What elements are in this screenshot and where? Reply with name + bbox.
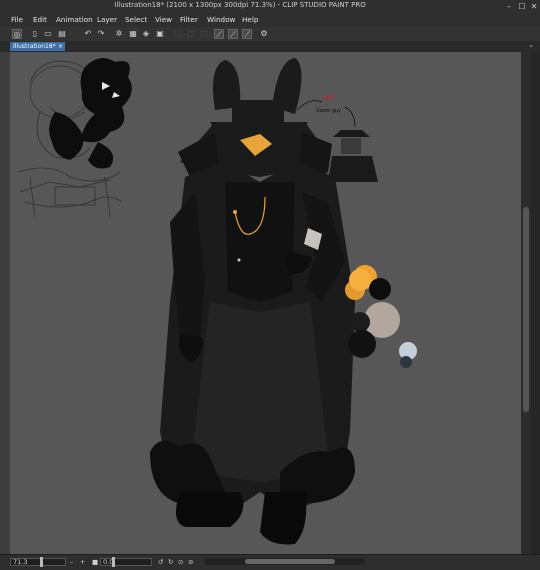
reference-character	[328, 130, 378, 182]
menu-bar: File Edit Animation Layer Select View Fi…	[0, 14, 540, 27]
horizontal-scroll-thumb[interactable]	[245, 559, 335, 564]
window-title: Illustration18* (2100 x 1300px 300dpi 71…	[114, 1, 366, 9]
pen-stabilizer-icon[interactable]: ⟋	[228, 29, 238, 39]
tab-close-icon[interactable]: ×	[58, 42, 63, 51]
zoom-value: 71.3	[13, 558, 28, 566]
annotation-label: #07	[323, 95, 335, 102]
command-bar: ◎ ▯ ▭ ▤ ↶ ↷ ✲ ▦ ◈ ▣ ⬚ ⬚ ⬚ ⟋ ⟋ ⟋ ⚙	[0, 27, 540, 42]
menu-view[interactable]: View	[155, 15, 172, 24]
rotate-slider-thumb[interactable]	[112, 557, 115, 567]
menu-layer[interactable]: Layer	[97, 15, 117, 24]
maximize-button[interactable]: ☐	[516, 1, 528, 12]
close-button[interactable]: ✕	[528, 1, 540, 12]
disabled-tool-icon: ⬚	[174, 29, 182, 38]
disabled-tool-icon: ⬚	[187, 29, 195, 38]
main-character	[150, 58, 355, 545]
rotate-field[interactable]: 0.0	[100, 558, 152, 566]
redo-icon[interactable]: ↷	[96, 29, 106, 39]
vertical-scroll-thumb[interactable]	[523, 207, 529, 412]
zoom-slider-thumb[interactable]	[40, 557, 43, 567]
status-bar: 71.3 – + ■ 0.0 ↺ ↻ ⊙ ⊘	[0, 554, 540, 570]
clear-icon[interactable]: ▦	[128, 29, 138, 39]
zoom-field[interactable]: 71.3	[10, 558, 66, 566]
undo-icon[interactable]: ↶	[83, 29, 93, 39]
menu-window[interactable]: Window	[207, 15, 235, 24]
rotate-left-icon[interactable]: ↺	[158, 558, 163, 566]
zoom-out-icon[interactable]: –	[70, 558, 73, 566]
sketch-silhouette	[49, 58, 132, 169]
reset-rotation-icon[interactable]: ⊙	[178, 558, 183, 566]
fill-icon[interactable]: ◈	[141, 29, 151, 39]
color-palette	[345, 265, 417, 368]
document-tab[interactable]: Illustration18* ×	[10, 42, 65, 51]
transform-icon[interactable]: ▣	[155, 29, 165, 39]
annotation-sub: Same guy	[316, 108, 341, 114]
menu-animation[interactable]: Animation	[56, 15, 93, 24]
canvas-area[interactable]: #07 Same guy	[0, 52, 521, 554]
canvas[interactable]: #07 Same guy	[10, 52, 521, 554]
app-icon[interactable]: ◎	[12, 29, 22, 39]
menu-edit[interactable]: Edit	[33, 15, 47, 24]
title-bar: Illustration18* (2100 x 1300px 300dpi 71…	[0, 0, 540, 14]
pen-stabilizer-icon[interactable]: ⟋	[242, 29, 252, 39]
minimize-button[interactable]: –	[503, 1, 515, 12]
right-gutter	[531, 52, 540, 554]
menu-filter[interactable]: Filter	[180, 15, 198, 24]
horizontal-scrollbar[interactable]	[205, 558, 365, 565]
fit-icon[interactable]: ■	[92, 558, 98, 566]
menu-file[interactable]: File	[11, 15, 23, 24]
open-file-icon[interactable]: ▭	[43, 29, 53, 39]
ruler-icon[interactable]: ✲	[114, 29, 124, 39]
settings-icon[interactable]: ⚙	[259, 29, 269, 39]
artwork: #07 Same guy	[17, 58, 417, 545]
flip-icon[interactable]: ⊘	[188, 558, 193, 566]
document-tab-bar: Illustration18* × ⌄	[0, 41, 540, 52]
save-icon[interactable]: ▤	[57, 29, 67, 39]
chevron-down-icon[interactable]: ⌄	[528, 41, 534, 49]
vertical-scrollbar[interactable]	[521, 52, 531, 554]
zoom-in-icon[interactable]: +	[80, 558, 85, 566]
document-tab-label: Illustration18*	[13, 43, 56, 50]
menu-help[interactable]: Help	[242, 15, 258, 24]
menu-select[interactable]: Select	[125, 15, 147, 24]
pen-stabilizer-icon[interactable]: ⟋	[214, 29, 224, 39]
rotate-right-icon[interactable]: ↻	[168, 558, 173, 566]
new-file-icon[interactable]: ▯	[30, 29, 40, 39]
disabled-tool-icon: ⬚	[200, 29, 208, 38]
